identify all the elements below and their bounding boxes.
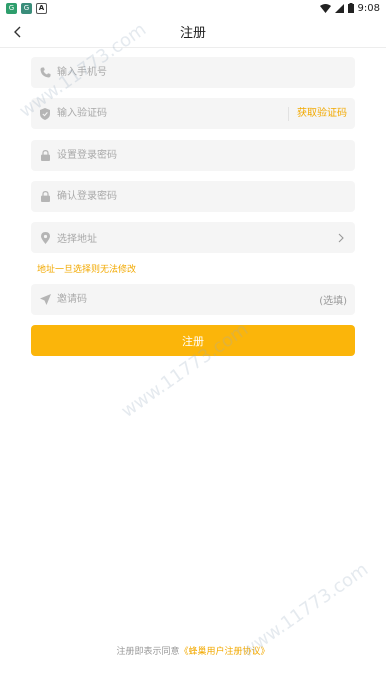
chevron-right-icon [335, 232, 347, 244]
back-button[interactable] [6, 20, 30, 44]
lock-icon [39, 150, 51, 162]
status-bar-system: 9:08 [319, 2, 380, 14]
register-page: G G A 9:08 注册 获取验证码 [0, 0, 386, 688]
clock-time: 9:08 [357, 2, 380, 14]
address-warning: 地址一旦选择则无法修改 [37, 265, 137, 275]
app-notification-icon: G [21, 2, 32, 14]
phone-field [31, 57, 355, 88]
password-input[interactable] [57, 140, 347, 171]
code-input[interactable] [57, 98, 288, 129]
confirm-password-field [31, 181, 355, 212]
optional-label: (选填) [319, 296, 347, 307]
location-pin-icon [39, 231, 51, 244]
password-field [31, 140, 355, 171]
get-code-button[interactable]: 获取验证码 [288, 106, 347, 121]
wifi-icon [319, 3, 331, 13]
signal-icon [334, 3, 344, 13]
chevron-left-icon [14, 26, 21, 38]
address-placeholder: 选择地址 [57, 234, 97, 245]
agreement-link[interactable]: 《蜂巢用户注册协议》 [180, 647, 270, 657]
phone-input[interactable] [57, 57, 347, 88]
battery-icon [347, 3, 354, 13]
agreement-line: 注册即表示同意《蜂巢用户注册协议》 [0, 644, 386, 657]
invite-input[interactable] [57, 284, 320, 315]
invite-field: (选填) [31, 284, 355, 315]
phone-icon [39, 67, 51, 79]
register-button[interactable]: 注册 [31, 325, 355, 356]
lock-icon [39, 191, 51, 203]
status-bar: G G A 9:08 [0, 0, 386, 16]
header-bar: 注册 [0, 16, 386, 48]
shield-icon [39, 107, 51, 120]
agreement-prefix: 注册即表示同意 [116, 647, 180, 657]
send-icon [39, 294, 51, 306]
app-notification-icon: A [36, 2, 47, 14]
page-title: 注册 [179, 26, 206, 41]
status-bar-notifications: G G A [6, 2, 47, 14]
code-field: 获取验证码 [31, 98, 355, 129]
confirm-password-input[interactable] [57, 181, 347, 212]
app-notification-icon: G [6, 2, 17, 14]
address-selector[interactable]: 选择地址 [31, 222, 355, 253]
